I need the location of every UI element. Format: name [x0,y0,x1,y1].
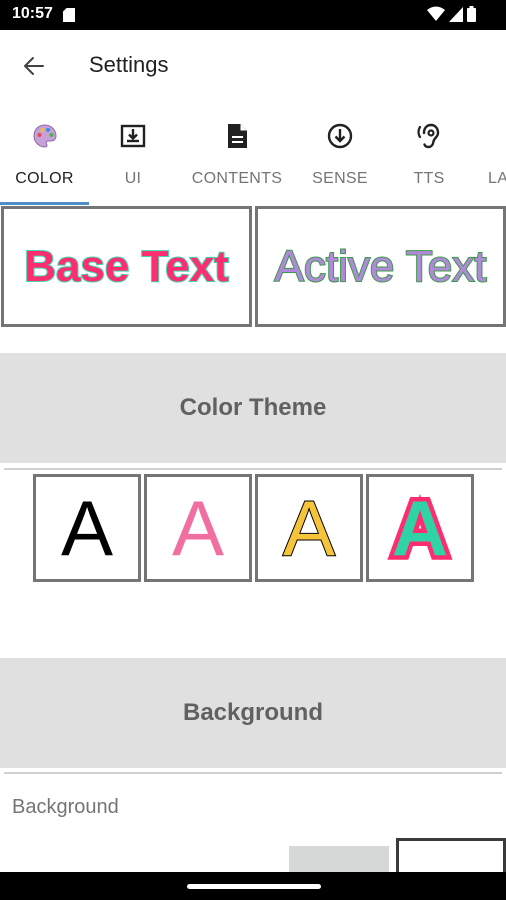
back-button[interactable] [16,48,52,84]
arrow-down-circle-icon [326,122,354,150]
theme-swatch-teal-pink[interactable]: A [366,474,474,582]
tab-contents[interactable]: CONTENTS [186,108,288,206]
system-nav-bar [0,872,506,900]
active-text-preview[interactable]: Active Text [255,206,506,327]
ear-icon [415,122,443,150]
active-text-label: Active Text [274,241,488,292]
page-title: Settings [89,52,169,77]
tab-label: COLOR [15,170,74,187]
theme-letter: A [171,484,225,572]
theme-letter: A [387,484,452,572]
tab-label: TTS [413,170,445,187]
tab-sense[interactable]: SENSE [300,108,380,206]
wifi-icon [427,6,445,21]
tab-partial[interactable]: LA [476,108,506,206]
theme-swatch-black[interactable]: A [33,474,141,582]
section-title: Color Theme [179,394,327,421]
section-title: Background [182,699,323,726]
status-bar: 10:57 [0,0,506,30]
theme-letter: A [60,484,114,572]
signal-icon [449,7,463,22]
base-text-label: Base Text [23,241,230,292]
home-gesture-handle[interactable] [187,884,321,889]
divider [4,772,502,774]
palette-icon [31,122,59,150]
tab-indicator [0,202,89,205]
battery-icon [467,6,476,22]
base-text-preview[interactable]: Base Text [1,206,252,327]
tab-label: CONTENTS [191,170,283,187]
tab-color[interactable]: COLOR [0,108,89,206]
tab-tts[interactable]: TTS [390,108,468,206]
divider [4,468,502,470]
status-time: 10:57 [12,5,53,22]
theme-swatch-yellow[interactable]: A [255,474,363,582]
status-icons [427,6,476,22]
tab-label: UI [124,170,142,187]
tab-label: SENSE [312,170,368,187]
theme-swatch-pink[interactable]: A [144,474,252,582]
color-theme-header: Color Theme [0,353,506,463]
tab-label: LA [488,170,506,187]
background-label: Background [12,796,119,818]
document-icon [223,122,251,150]
arrow-back-icon [24,57,44,75]
app-bar: Settings [0,30,506,100]
theme-letter: A [282,484,336,572]
sd-card-icon [63,8,75,22]
download-box-icon [119,122,147,150]
background-header: Background [0,658,506,768]
tab-bar: COLOR UI CONTENTS SENSE TTS LA [0,108,506,206]
tab-ui[interactable]: UI [89,108,177,206]
